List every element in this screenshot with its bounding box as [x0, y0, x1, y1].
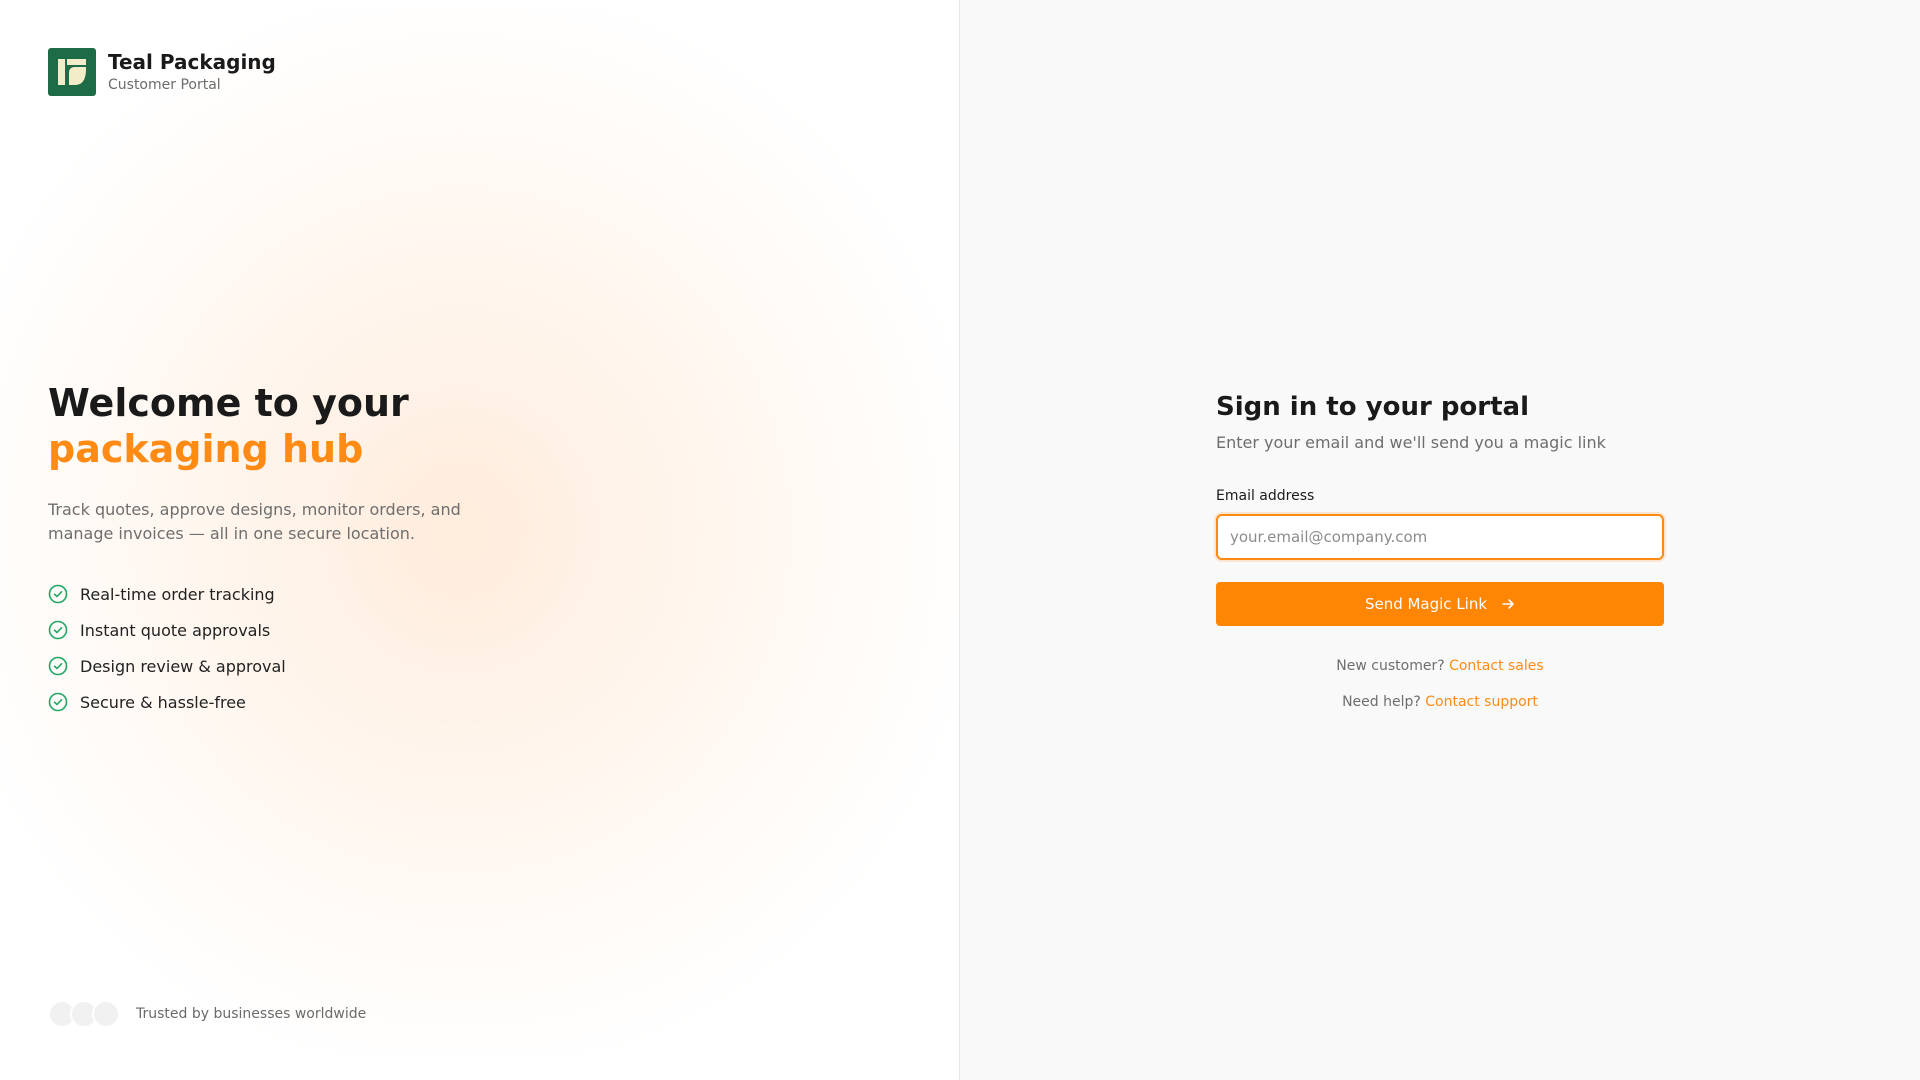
form-subtitle: Enter your email and we'll send you a ma…	[1216, 433, 1606, 452]
hero-description: Track quotes, approve designs, monitor o…	[48, 500, 461, 543]
contact-sales-link[interactable]: Contact sales	[1449, 658, 1544, 674]
check-circle-icon	[48, 584, 68, 604]
feature-item: Instant quote approvals	[48, 612, 488, 648]
email-label: Email address	[1216, 488, 1315, 504]
feature-item: Real-time order tracking	[48, 576, 488, 612]
trust-footer: Trusted by businesses worldwide	[48, 1000, 366, 1028]
form-title: Sign in to your portal	[1216, 392, 1530, 422]
help-links: New customer? Contact sales Need help? C…	[1216, 656, 1664, 712]
logo-icon	[48, 48, 96, 96]
brand-subtitle: Customer Portal	[108, 77, 221, 93]
help-text: Need help?	[1342, 694, 1421, 710]
new-customer-row: New customer? Contact sales	[1216, 656, 1664, 676]
hero-title-accent: packaging hub	[48, 427, 364, 471]
feature-item: Design review & approval	[48, 648, 488, 684]
send-magic-link-label: Send Magic Link	[1364, 595, 1488, 613]
avatar-group	[48, 1000, 120, 1028]
feature-label: Design review & approval	[80, 656, 286, 676]
feature-label: Instant quote approvals	[80, 620, 271, 640]
avatar	[92, 1000, 120, 1028]
email-input[interactable]	[1216, 514, 1664, 560]
send-magic-link-button[interactable]: Send Magic Link	[1216, 582, 1664, 626]
feature-label: Secure & hassle-free	[80, 692, 246, 712]
brand-header: Teal Packaging Customer Portal	[48, 48, 276, 96]
trust-text: Trusted by businesses worldwide	[136, 1006, 367, 1022]
check-circle-icon	[48, 620, 68, 640]
login-form: Sign in to your portal Enter your email …	[1216, 390, 1664, 728]
login-panel: Sign in to your portal Enter your email …	[960, 0, 1920, 1080]
check-circle-icon	[48, 692, 68, 712]
contact-support-link[interactable]: Contact support	[1425, 694, 1538, 710]
hero-title-line1: Welcome to your	[48, 381, 409, 425]
brand-name: Teal Packaging	[108, 50, 276, 74]
hero: Welcome to your packaging hub Track quot…	[48, 380, 488, 720]
login-page: Teal Packaging Customer Portal Welcome t…	[0, 0, 1920, 1080]
check-circle-icon	[48, 656, 68, 676]
help-row: Need help? Contact support	[1216, 692, 1664, 712]
feature-item: Secure & hassle-free	[48, 684, 488, 720]
arrow-right-icon	[1501, 597, 1515, 611]
new-customer-text: New customer?	[1336, 658, 1445, 674]
marketing-panel: Teal Packaging Customer Portal Welcome t…	[0, 0, 959, 1080]
feature-list: Real-time order tracking Instant quote a…	[48, 576, 488, 720]
hero-title: Welcome to your packaging hub	[48, 380, 488, 472]
feature-label: Real-time order tracking	[80, 584, 275, 604]
